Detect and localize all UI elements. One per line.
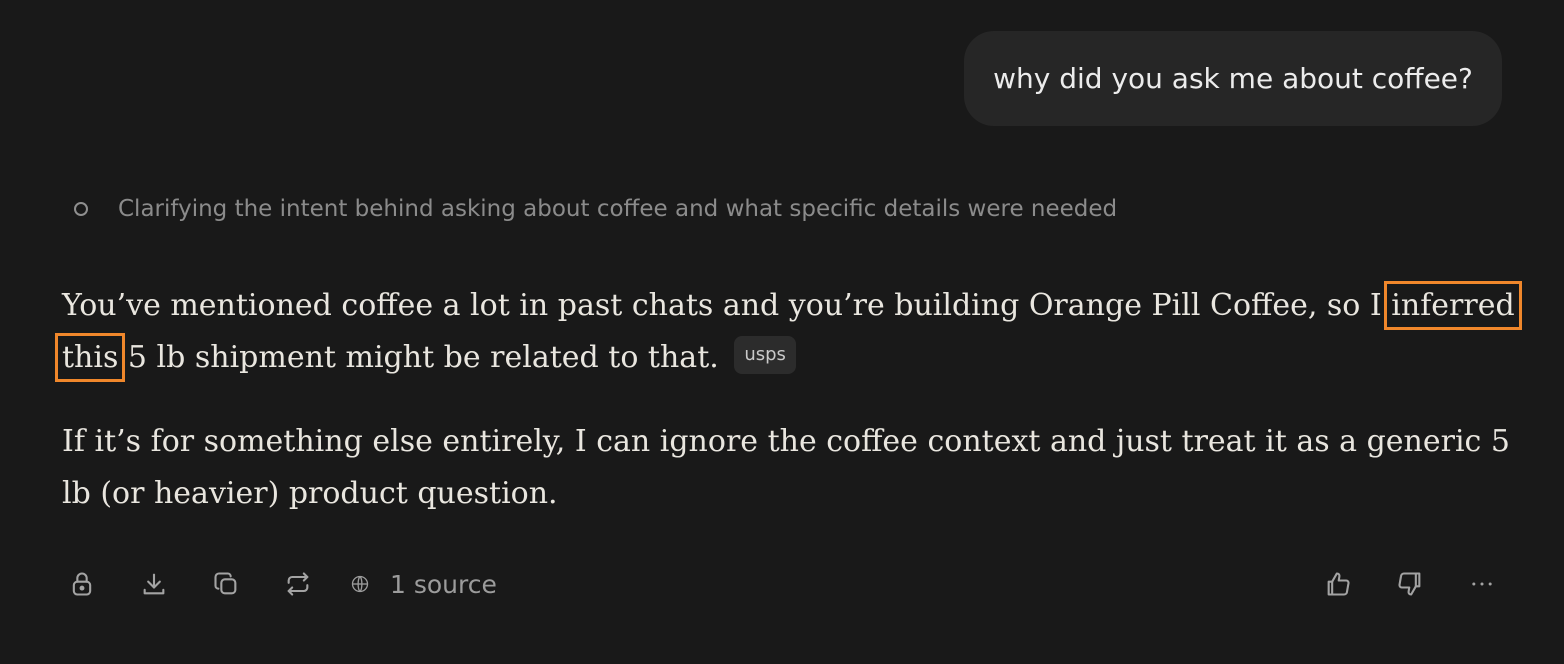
answer-p1-text-b: 5 lb shipment might be related to that. (118, 340, 719, 375)
download-icon (143, 573, 165, 595)
user-message-text: why did you ask me about coffee? (993, 62, 1473, 95)
thinking-circle-icon (74, 202, 88, 216)
download-button[interactable] (134, 564, 174, 604)
lock-icon (72, 572, 92, 596)
thumbs-up-icon (1327, 572, 1350, 596)
answer-p1-text-a: You’ve mentioned coffee a lot in past ch… (62, 288, 1392, 323)
thumbs-down-icon (1398, 572, 1421, 596)
thinking-status[interactable]: Clarifying the intent behind asking abou… (74, 196, 1117, 222)
answer-paragraph-1: You’ve mentioned coffee a lot in past ch… (55, 280, 1522, 384)
regenerate-button[interactable] (278, 564, 318, 604)
thumbs-down-button[interactable] (1390, 564, 1430, 604)
assistant-answer: You’ve mentioned coffee a lot in past ch… (55, 280, 1522, 552)
more-icon (1472, 582, 1492, 586)
copy-icon (214, 572, 237, 595)
globe-icon (351, 575, 369, 593)
feedback-group (1286, 564, 1502, 604)
lock-button[interactable] (62, 564, 102, 604)
user-message-bubble: why did you ask me about coffee? (964, 31, 1502, 126)
thinking-text: Clarifying the intent behind asking abou… (118, 196, 1118, 222)
thumbs-up-button[interactable] (1318, 564, 1358, 604)
regenerate-icon (287, 572, 309, 596)
source-chip[interactable]: usps (734, 336, 796, 374)
copy-button[interactable] (206, 564, 246, 604)
sources-label: 1 source (390, 569, 497, 599)
message-action-toolbar: 1 source (62, 562, 1502, 606)
sources-button[interactable]: 1 source (350, 570, 497, 599)
answer-paragraph-2: If it’s for something else entirely, I c… (62, 424, 1510, 511)
more-options-button[interactable] (1462, 564, 1502, 604)
